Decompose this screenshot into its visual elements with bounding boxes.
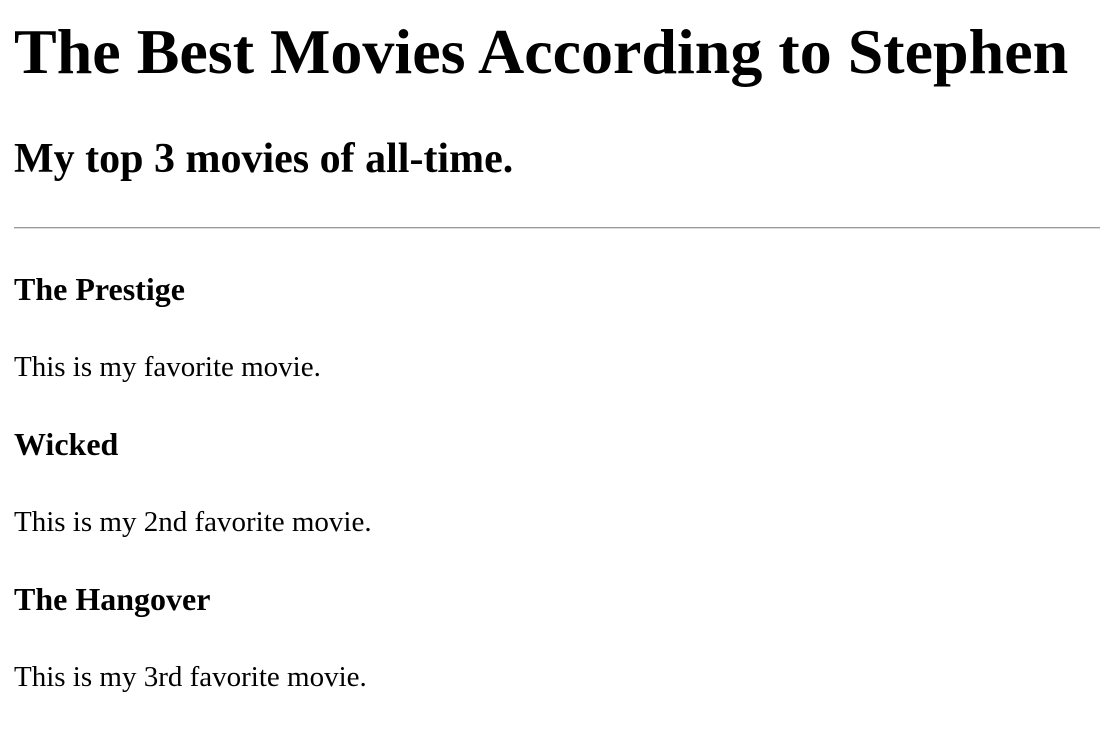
movie-description: This is my 3rd favorite movie. bbox=[14, 661, 367, 693]
page-subtitle: My top 3 movies of all-time. bbox=[14, 136, 514, 182]
horizontal-divider bbox=[14, 227, 1100, 229]
movie-description: This is my favorite movie. bbox=[14, 351, 321, 383]
movie-title: Wicked bbox=[14, 426, 119, 462]
movie-title: The Prestige bbox=[14, 271, 185, 307]
page-title: The Best Movies According to Stephen bbox=[14, 16, 1069, 87]
movie-title: The Hangover bbox=[14, 581, 211, 617]
movie-description: This is my 2nd favorite movie. bbox=[14, 506, 372, 538]
